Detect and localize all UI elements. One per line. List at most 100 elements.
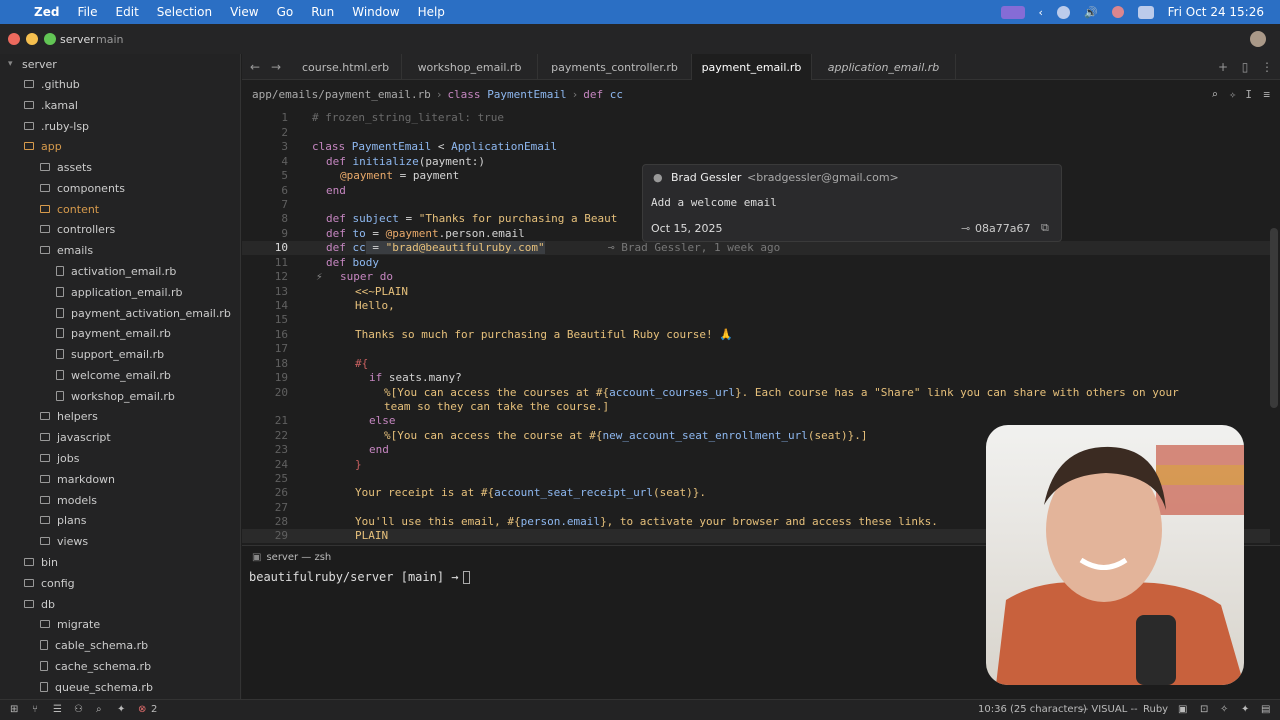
code-line[interactable]: 2 <box>242 126 1270 140</box>
tree-item-application-email[interactable]: application_email.rb <box>56 282 183 302</box>
cursor-icon[interactable]: I <box>1245 88 1252 101</box>
tab-payment-email[interactable]: payment_email.rb <box>692 54 812 80</box>
tree-item-activation-email[interactable]: activation_email.rb <box>56 261 176 281</box>
menu-run[interactable]: Run <box>311 5 334 19</box>
tree-item-cable-schema[interactable]: cable_schema.rb <box>40 635 148 655</box>
menu-selection[interactable]: Selection <box>157 5 212 19</box>
code-line[interactable]: 15 <box>242 313 1270 327</box>
tree-item-javascript[interactable]: javascript <box>40 427 111 447</box>
code-line[interactable]: 14 Hello, <box>242 299 1270 313</box>
project-name[interactable]: server <box>60 33 95 46</box>
tab-course-html[interactable]: course.html.erb <box>290 54 402 80</box>
settings-icon[interactable]: ≡ <box>1263 88 1270 101</box>
more-options-icon[interactable]: ⋮ <box>1258 58 1276 76</box>
tree-item-migrate[interactable]: migrate <box>40 614 100 634</box>
branch-name[interactable]: main <box>96 33 123 46</box>
tab-payments-controller[interactable]: payments_controller.rb <box>538 54 692 80</box>
status-icon[interactable] <box>1111 6 1124 18</box>
assistant-icon[interactable]: ✧ <box>1220 704 1228 715</box>
tree-item-plans[interactable]: plans <box>40 510 86 530</box>
menu-app[interactable]: Zed <box>34 5 59 19</box>
tree-item-jobs[interactable]: jobs <box>40 448 80 468</box>
lock-icon[interactable]: ⊡ <box>1200 704 1208 715</box>
tree-item-app[interactable]: app <box>24 136 62 156</box>
copy-icon[interactable]: ⧉ <box>1041 221 1049 235</box>
tab-workshop-email[interactable]: workshop_email.rb <box>402 54 538 80</box>
tree-item-content[interactable]: content <box>40 199 99 219</box>
sparkle-icon[interactable]: ✦ <box>1241 704 1249 715</box>
tree-item-payment-activation-email[interactable]: payment_activation_email.rb <box>56 303 231 323</box>
menu-edit[interactable]: Edit <box>116 5 139 19</box>
git-branch-icon[interactable]: ⑂ <box>32 704 38 715</box>
control-center-icon[interactable] <box>1137 5 1154 19</box>
breadcrumb-class[interactable]: PaymentEmail <box>487 88 566 101</box>
code-line[interactable]: 17 <box>242 342 1270 356</box>
code-line[interactable]: 12 ⚡ super do <box>242 270 1270 284</box>
lightning-icon[interactable]: ⚡ <box>316 270 323 284</box>
menu-go[interactable]: Go <box>277 5 294 19</box>
code-line[interactable]: 20 %[You can access the courses at #{acco… <box>242 386 1270 400</box>
plus-icon[interactable]: + <box>1214 58 1232 76</box>
menu-file[interactable]: File <box>77 5 97 19</box>
tree-item-queue-schema[interactable]: queue_schema.rb <box>40 677 153 697</box>
diagnostics-count[interactable]: 2 <box>151 704 157 715</box>
clock[interactable]: Fri Oct 24 15:26 <box>1168 5 1264 19</box>
tree-item-workshop-email[interactable]: workshop_email.rb <box>56 386 175 406</box>
commit-sha[interactable]: 08a77a67 <box>975 222 1030 235</box>
tree-item-config[interactable]: config <box>24 573 75 593</box>
terminal-prompt[interactable]: beautifulruby/server [main] → <box>249 570 470 584</box>
tree-item-payment-email[interactable]: payment_email.rb <box>56 323 171 343</box>
terminal-icon[interactable]: ▣ <box>1178 704 1187 715</box>
back-arrow-icon[interactable]: ← <box>246 58 264 76</box>
minimize-window-button[interactable] <box>26 33 38 45</box>
code-line[interactable]: 3 class PaymentEmail < ApplicationEmail <box>242 140 1270 154</box>
forward-arrow-icon[interactable]: → <box>267 58 285 76</box>
menu-help[interactable]: Help <box>418 5 445 19</box>
tree-item-welcome-email[interactable]: welcome_email.rb <box>56 365 171 385</box>
tree-item-db[interactable]: db <box>24 594 55 614</box>
tree-item-support-email[interactable]: support_email.rb <box>56 344 164 364</box>
tree-item-markdown[interactable]: markdown <box>40 469 115 489</box>
chevron-left-icon[interactable]: ‹ <box>1039 6 1043 19</box>
panel-toggle-icon[interactable]: ▤ <box>1261 704 1270 715</box>
tree-root[interactable]: ▾ server <box>8 54 57 74</box>
tree-item-kamal[interactable]: .kamal <box>24 95 78 115</box>
error-icon[interactable]: ⊗ <box>138 704 146 715</box>
terminal-tab[interactable]: ▣ server — zsh <box>252 548 331 566</box>
code-line[interactable]: 16 Thanks so much for purchasing a Beauti… <box>242 328 1270 342</box>
tree-item-github[interactable]: .github <box>24 74 80 94</box>
breadcrumb-path[interactable]: app/emails/payment_email.rb <box>252 88 431 101</box>
language-selector[interactable]: Ruby <box>1143 704 1168 715</box>
close-window-button[interactable] <box>8 33 20 45</box>
menu-window[interactable]: Window <box>352 5 399 19</box>
tree-item-views[interactable]: views <box>40 531 88 551</box>
screen-share-icon[interactable] <box>1000 5 1025 19</box>
code-line[interactable]: 18 #{ <box>242 357 1270 371</box>
search-icon[interactable]: ⌕ <box>96 704 102 715</box>
project-panel-icon[interactable]: ⊞ <box>10 704 18 715</box>
user-avatar[interactable] <box>1250 31 1266 47</box>
scrollbar[interactable] <box>1270 228 1278 408</box>
cursor-position[interactable]: 10:36 (25 characters) <box>978 704 1087 715</box>
code-line[interactable]: 1 # frozen_string_literal: true <box>242 111 1270 125</box>
tab-application-email[interactable]: application_email.rb <box>812 54 956 80</box>
tree-item-ruby-lsp[interactable]: .ruby-lsp <box>24 116 89 136</box>
tree-item-assets[interactable]: assets <box>40 157 92 177</box>
debug-icon[interactable]: ✦ <box>117 704 125 715</box>
time-machine-icon[interactable] <box>1056 5 1070 19</box>
tree-item-bin[interactable]: bin <box>24 552 58 572</box>
tree-item-helpers[interactable]: helpers <box>40 406 98 426</box>
code-line[interactable]: 19 if seats.many? <box>242 371 1270 385</box>
tree-item-models[interactable]: models <box>40 490 97 510</box>
tree-item-emails[interactable]: emails <box>40 240 93 260</box>
volume-icon[interactable]: 🔊 <box>1084 6 1098 19</box>
code-line[interactable]: 11 def body <box>242 256 1270 270</box>
tree-item-components[interactable]: components <box>40 178 125 198</box>
zoom-window-button[interactable] <box>44 33 56 45</box>
search-icon[interactable]: ⌕ <box>1211 88 1218 101</box>
outline-icon[interactable]: ☰ <box>53 704 62 715</box>
inline-blame[interactable]: ⊸ Brad Gessler, 1 week ago <box>608 241 780 254</box>
breadcrumb-method[interactable]: cc <box>610 88 623 101</box>
code-line[interactable]: 13 <<~PLAIN <box>242 285 1270 299</box>
code-line[interactable]: team so they can take the course.] <box>242 400 1270 414</box>
